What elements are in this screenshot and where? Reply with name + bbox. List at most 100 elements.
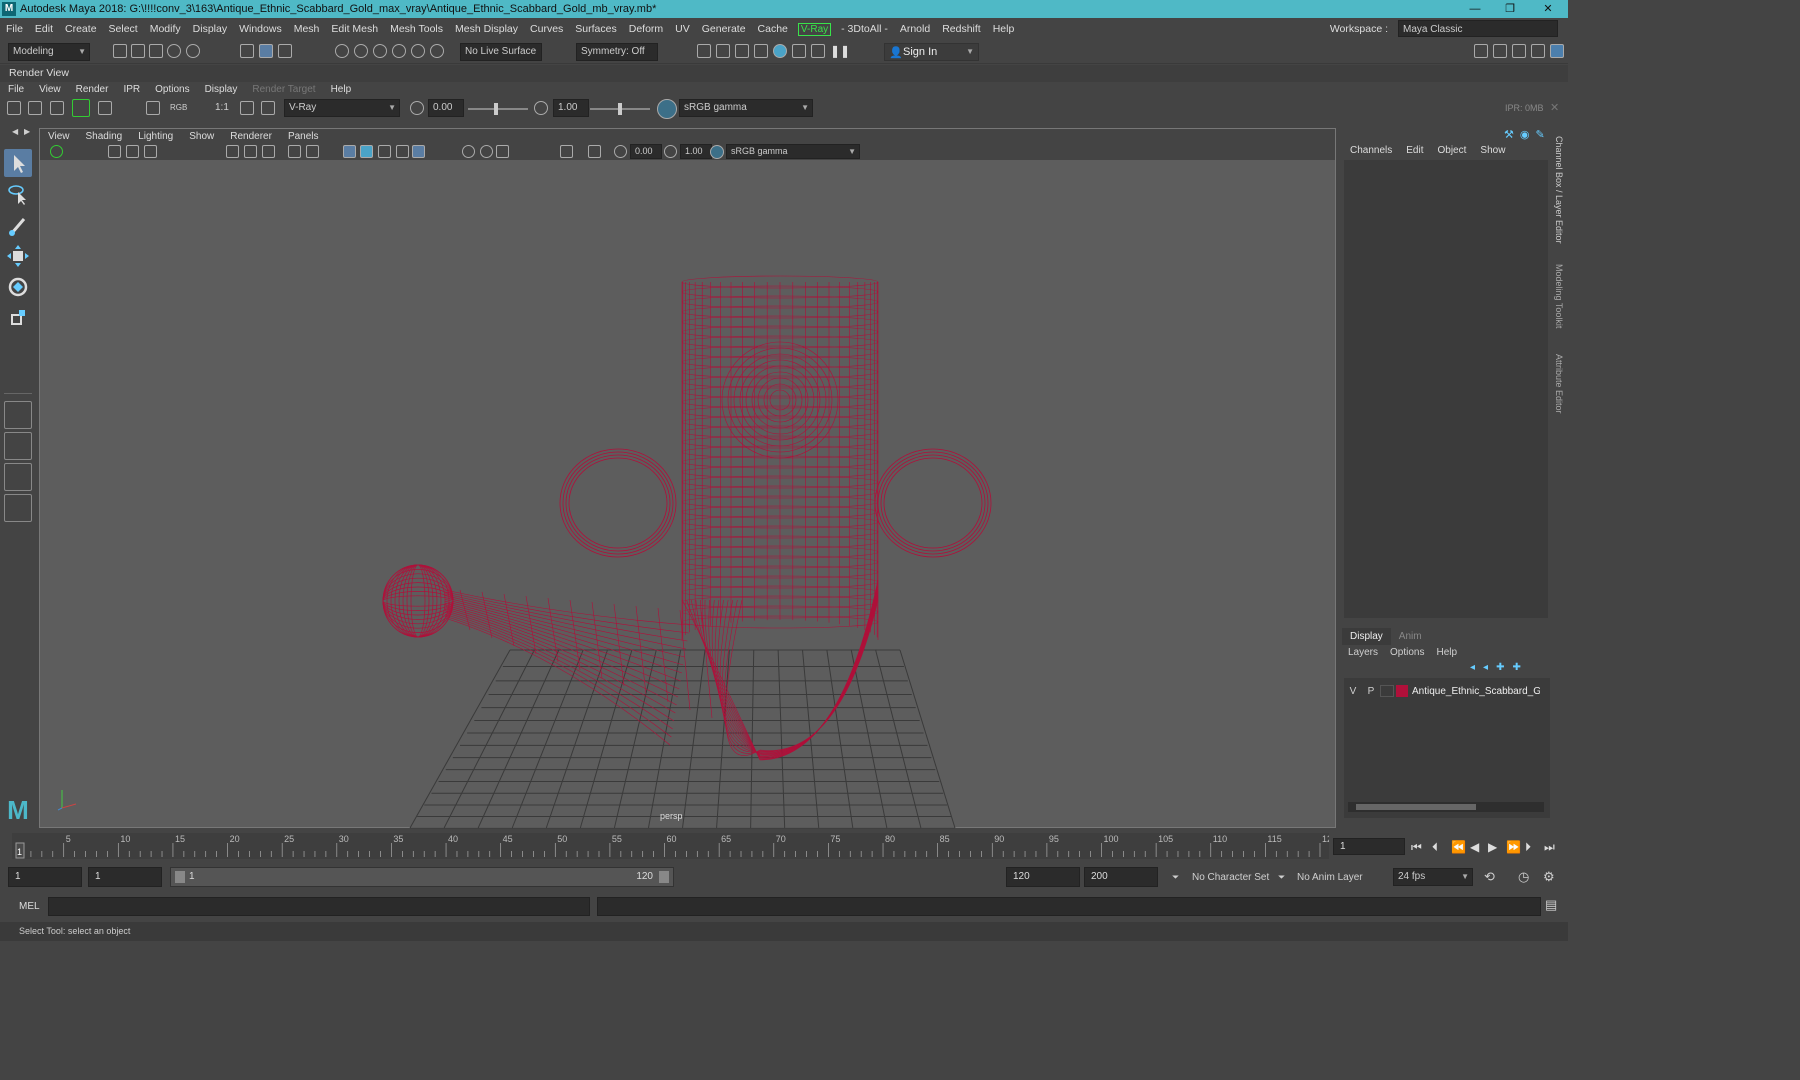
cb-menu-show[interactable]: Show xyxy=(1476,145,1509,156)
rv-menu-file[interactable]: File xyxy=(0,84,31,95)
exposure-field[interactable]: 0.00 xyxy=(428,99,464,117)
render-region-icon[interactable] xyxy=(28,101,42,115)
mel-label[interactable]: MEL xyxy=(19,901,40,912)
menu-file[interactable]: File xyxy=(0,23,29,35)
select-hierarchy-icon[interactable] xyxy=(240,44,254,58)
scale-tool-icon[interactable] xyxy=(4,304,32,332)
clear-image-icon[interactable] xyxy=(261,101,275,115)
live-surface-field[interactable]: No Live Surface xyxy=(460,43,542,61)
range-end-handle[interactable] xyxy=(659,871,669,883)
image-plane-icon[interactable] xyxy=(144,145,157,158)
ratio-button[interactable]: 1:1 xyxy=(215,102,229,113)
go-to-end-icon[interactable]: ⏭ xyxy=(1544,840,1555,855)
step-back-frame-icon[interactable]: ⏪ xyxy=(1451,840,1466,854)
layer-playback-toggle[interactable]: P xyxy=(1362,686,1380,697)
step-forward-key-icon[interactable]: ⏵ xyxy=(1525,840,1531,855)
range-start-handle[interactable] xyxy=(175,871,185,883)
auto-key-icon[interactable]: ◷ xyxy=(1518,869,1529,885)
snap-point-icon[interactable] xyxy=(373,44,387,58)
gamma-icon[interactable] xyxy=(534,101,548,115)
menu-windows[interactable]: Windows xyxy=(233,23,288,35)
vp-colorspace-dropdown[interactable]: sRGB gamma ▼ xyxy=(726,144,860,159)
menu-arnold[interactable]: Arnold xyxy=(894,23,936,35)
menu-mesh-tools[interactable]: Mesh Tools xyxy=(384,23,449,35)
close-button[interactable]: ✕ xyxy=(1530,0,1566,18)
step-forward-frame-icon[interactable]: ⏩ xyxy=(1506,840,1521,854)
rv-menu-view[interactable]: View xyxy=(31,84,68,95)
range-bar[interactable]: 1 120 xyxy=(170,867,674,887)
play-forward-icon[interactable]: ▶ xyxy=(1488,840,1497,854)
maximize-button[interactable]: ❐ xyxy=(1492,0,1528,18)
refresh-ipr-icon[interactable] xyxy=(98,101,112,115)
vp-exposure-icon[interactable] xyxy=(614,145,627,158)
snap-live-icon[interactable] xyxy=(430,44,444,58)
bookmark-icon[interactable] xyxy=(126,145,139,158)
four-view-layout-icon[interactable] xyxy=(4,432,32,460)
rv-menu-options[interactable]: Options xyxy=(147,84,196,95)
new-scene-icon[interactable] xyxy=(113,44,127,58)
edit-icon[interactable]: ✎ xyxy=(1535,128,1544,141)
minimize-button[interactable]: — xyxy=(1457,0,1493,18)
vp-menu-view[interactable]: View xyxy=(40,131,78,142)
menu-generate[interactable]: Generate xyxy=(696,23,752,35)
gamma-slider[interactable] xyxy=(590,103,650,115)
menu-curves[interactable]: Curves xyxy=(524,23,569,35)
rgb-channels[interactable]: RGB xyxy=(170,103,187,112)
move-layer-up-icon[interactable]: ◂ xyxy=(1470,662,1475,673)
menu-help[interactable]: Help xyxy=(987,23,1021,35)
move-tool-icon[interactable] xyxy=(4,242,32,270)
save-scene-icon[interactable] xyxy=(149,44,163,58)
fit-image-icon[interactable] xyxy=(240,101,254,115)
isolate-select-icon[interactable] xyxy=(560,145,573,158)
wireframe-icon[interactable] xyxy=(343,145,356,158)
anim-end-field[interactable]: 200 xyxy=(1084,867,1158,887)
menu-mesh[interactable]: Mesh xyxy=(288,23,326,35)
le-menu-layers[interactable]: Layers xyxy=(1348,647,1378,658)
menu-modify[interactable]: Modify xyxy=(144,23,187,35)
play-backward-icon[interactable]: ◀ xyxy=(1470,840,1479,854)
scene-canvas[interactable] xyxy=(40,160,1337,829)
rv-menu-render[interactable]: Render xyxy=(68,84,116,95)
single-perspective-layout-icon[interactable] xyxy=(4,401,32,429)
current-frame-field[interactable]: 1 xyxy=(1333,838,1405,855)
menu-edit-mesh[interactable]: Edit Mesh xyxy=(325,23,384,35)
step-back-key-icon[interactable]: ⏴ xyxy=(1432,840,1438,855)
rv-menu-help[interactable]: Help xyxy=(323,84,359,95)
move-layer-down-icon[interactable]: ◂ xyxy=(1483,662,1488,673)
character-set-icon[interactable]: ⏷ xyxy=(1172,872,1179,883)
menu-surfaces[interactable]: Surfaces xyxy=(569,23,622,35)
color-management-icon[interactable] xyxy=(657,99,677,119)
playback-start-field[interactable]: 1 xyxy=(88,867,162,887)
render-frame-icon[interactable] xyxy=(716,44,730,58)
menu-mesh-display[interactable]: Mesh Display xyxy=(449,23,524,35)
open-scene-icon[interactable] xyxy=(131,44,145,58)
vp-gamma-field[interactable]: 1.00 xyxy=(680,144,712,159)
select-tool-icon[interactable] xyxy=(4,149,32,177)
le-menu-options[interactable]: Options xyxy=(1390,647,1424,658)
hypershade-icon[interactable] xyxy=(773,44,787,58)
outliner-layout-icon[interactable] xyxy=(4,494,32,522)
preferences-icon[interactable]: ⚙ xyxy=(1543,869,1555,885)
exposure-slider[interactable] xyxy=(468,103,528,115)
tool-settings-icon[interactable] xyxy=(1512,44,1526,58)
character-set-field[interactable]: No Character Set xyxy=(1192,872,1269,883)
snap-curve-icon[interactable] xyxy=(354,44,368,58)
resolution-gate-icon[interactable] xyxy=(262,145,275,158)
layer-display-type[interactable] xyxy=(1380,685,1394,697)
script-editor-icon[interactable]: ▤ xyxy=(1545,897,1557,913)
redo-render-icon[interactable] xyxy=(7,101,21,115)
anim-start-field[interactable]: 1 xyxy=(8,867,82,887)
tab-display[interactable]: Display xyxy=(1342,628,1391,645)
shadows-icon[interactable] xyxy=(480,145,493,158)
snap-view-icon[interactable] xyxy=(392,44,406,58)
rv-menu-ipr[interactable]: IPR xyxy=(115,84,147,95)
smooth-shade-icon[interactable] xyxy=(360,145,373,158)
layer-row[interactable]: V P Antique_Ethnic_Scabbard_Gol xyxy=(1344,682,1550,700)
workspace-dropdown[interactable]: Maya Classic xyxy=(1398,20,1558,37)
slider-handle[interactable] xyxy=(618,103,622,115)
layer-scrollbar[interactable] xyxy=(1348,802,1544,812)
vp-exposure-field[interactable]: 0.00 xyxy=(630,144,662,159)
collapse-right-icon[interactable]: ▶ xyxy=(24,127,30,136)
modeling-toolkit-icon[interactable] xyxy=(1474,44,1488,58)
rv-menu-display[interactable]: Display xyxy=(197,84,245,95)
